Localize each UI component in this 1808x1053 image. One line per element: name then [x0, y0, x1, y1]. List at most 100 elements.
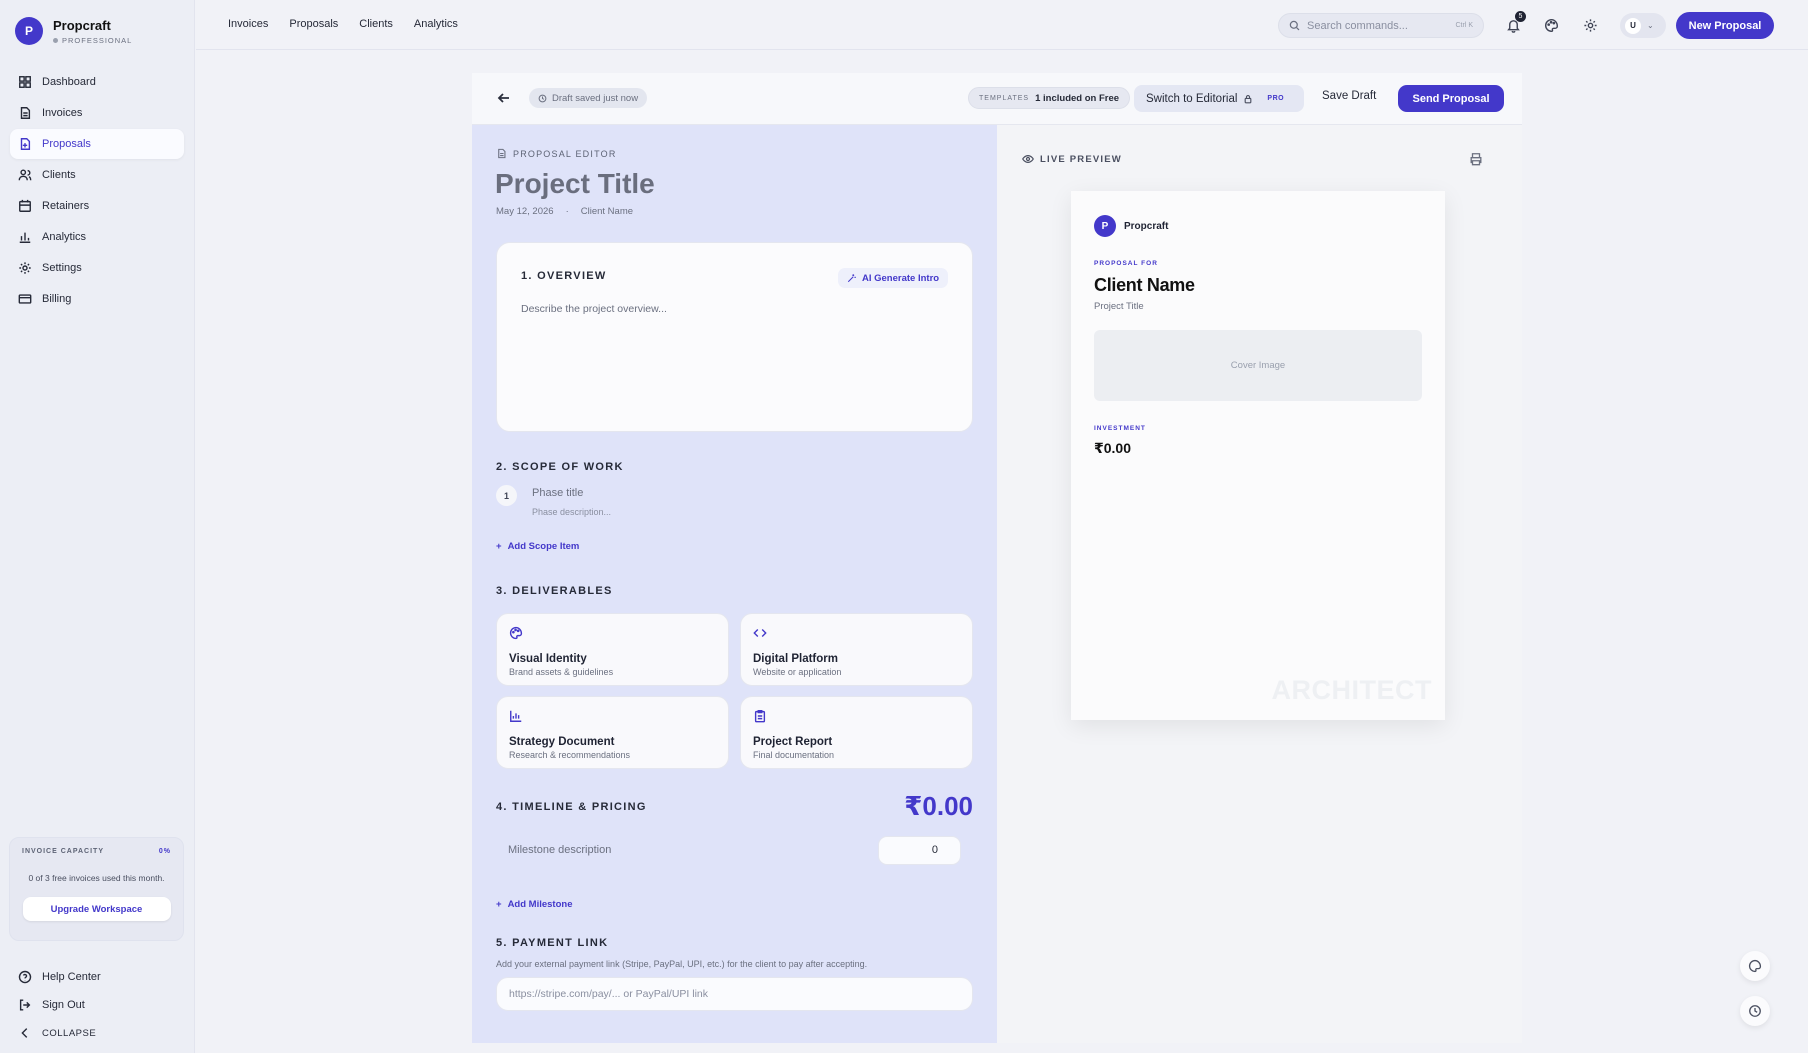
back-button[interactable] — [496, 90, 512, 106]
users-icon — [18, 169, 32, 181]
command-search-input[interactable]: Search commands... Ctrl K — [1278, 13, 1484, 38]
top-link-clients[interactable]: Clients — [359, 18, 393, 30]
top-nav: Invoices Proposals Clients Analytics — [228, 18, 458, 30]
settings-button[interactable] — [1580, 15, 1600, 35]
phase-title-input[interactable]: Phase title — [532, 487, 583, 499]
calendar-icon — [19, 199, 31, 212]
capacity-label: INVOICE CAPACITY — [22, 848, 104, 855]
sidebar-item-clients[interactable]: Clients — [10, 160, 184, 190]
help-icon — [18, 970, 32, 984]
sidebar-item-label: Invoices — [42, 107, 83, 119]
plan-label: PROFESSIONAL — [62, 35, 133, 45]
proposal-icon — [20, 138, 31, 150]
new-proposal-button[interactable]: New Proposal — [1676, 12, 1774, 39]
preview-logo: P — [1094, 215, 1116, 237]
bar-chart-icon — [19, 232, 31, 243]
sidebar-nav: Dashboard Invoices Proposals Clients Ret… — [10, 67, 184, 315]
deliverable-subtitle: Website or application — [753, 667, 842, 677]
notifications-button[interactable]: 5 — [1503, 11, 1526, 35]
phase-description-input[interactable]: Phase description... — [532, 507, 611, 517]
templates-indicator[interactable]: TEMPLATES 1 included on Free — [968, 87, 1131, 109]
sidebar-item-proposals[interactable]: Proposals — [10, 129, 184, 159]
dashboard-icon — [19, 76, 31, 88]
preview-brand-name: Propcraft — [1124, 220, 1169, 232]
ai-button-label: AI Generate Intro — [862, 272, 940, 284]
sidebar-item-analytics[interactable]: Analytics — [10, 222, 184, 252]
user-menu[interactable]: U ⌄ — [1620, 13, 1666, 38]
history-float-button[interactable] — [1740, 996, 1770, 1026]
preview-client-name: Client Name — [1094, 275, 1195, 295]
proposal-date[interactable]: May 12, 2026 — [496, 206, 554, 217]
plan-badge: PROFESSIONAL — [53, 36, 132, 45]
payment-link-help: Add your external payment link (Stripe, … — [496, 959, 868, 969]
sign-out-link[interactable]: Sign Out — [18, 991, 101, 1019]
investment-label: INVESTMENT — [1094, 425, 1146, 432]
collapse-sidebar-button[interactable]: COLLAPSE — [18, 1019, 101, 1047]
send-proposal-button[interactable]: Send Proposal — [1398, 85, 1504, 112]
proposal-editor-text: PROPOSAL EDITOR — [513, 148, 617, 159]
add-scope-item-button[interactable]: + Add Scope Item — [496, 541, 579, 552]
sidebar-bottom: Help Center Sign Out COLLAPSE — [18, 963, 101, 1047]
investment-amount: ₹0.00 — [1094, 440, 1131, 456]
switch-to-editorial-button[interactable]: Switch to Editorial PRO — [1134, 85, 1304, 112]
proposal-meta: May 12, 2026 · Client Name — [496, 206, 633, 217]
search-placeholder: Search commands... — [1307, 19, 1408, 32]
deliverable-title: Strategy Document — [509, 736, 615, 748]
sidebar-item-label: Retainers — [42, 200, 90, 212]
templates-value: 1 included on Free — [1035, 92, 1120, 104]
draft-status-text: Draft saved just now — [552, 92, 639, 104]
live-preview-pane: LIVE PREVIEW P Propcraft PROPOSAL FOR Cl… — [997, 125, 1522, 1043]
payment-link-input[interactable]: https://stripe.com/pay/... or PayPal/UPI… — [496, 977, 973, 1011]
add-milestone-button[interactable]: + Add Milestone — [496, 899, 572, 910]
invoice-capacity-card: INVOICE CAPACITY 0% 0 of 3 free invoices… — [9, 837, 184, 941]
top-bar: Invoices Proposals Clients Analytics Sea… — [196, 0, 1808, 50]
notification-count: 5 — [1515, 11, 1526, 22]
top-link-invoices[interactable]: Invoices — [228, 18, 268, 30]
theme-button[interactable] — [1541, 15, 1561, 35]
deliverable-card-strategy-document[interactable]: Strategy Document Research & recommendat… — [496, 696, 729, 769]
sparkle-wand-icon — [847, 274, 856, 283]
print-button[interactable] — [1469, 152, 1483, 171]
cover-image-placeholder: Cover Image — [1094, 330, 1422, 401]
sidebar-item-settings[interactable]: Settings — [10, 253, 184, 283]
project-title-input[interactable]: Project Title — [495, 168, 655, 200]
draft-status: Draft saved just now — [529, 88, 648, 108]
overview-heading: 1. OVERVIEW — [521, 270, 607, 282]
proposal-document-preview: P Propcraft PROPOSAL FOR Client Name Pro… — [1071, 191, 1445, 720]
ai-generate-intro-button[interactable]: AI Generate Intro — [838, 268, 949, 288]
plan-dot-icon — [53, 37, 58, 43]
sidebar-item-billing[interactable]: Billing — [10, 284, 184, 314]
sidebar-item-invoices[interactable]: Invoices — [10, 98, 184, 128]
sidebar-item-label: Analytics — [42, 231, 87, 243]
overview-textarea[interactable]: Describe the project overview... — [521, 303, 667, 315]
top-link-analytics[interactable]: Analytics — [414, 18, 458, 30]
code-icon — [753, 629, 767, 637]
upgrade-workspace-button[interactable]: Upgrade Workspace — [22, 897, 171, 921]
pro-badge: PRO — [1267, 95, 1285, 102]
sidebar-item-retainers[interactable]: Retainers — [10, 191, 184, 221]
top-link-proposals[interactable]: Proposals — [289, 18, 338, 30]
milestone-amount-input[interactable]: 0 — [878, 835, 961, 865]
help-center-link[interactable]: Help Center — [18, 963, 101, 991]
brand[interactable]: P Propcraft PROFESSIONAL — [15, 17, 132, 45]
editor-pane: PROPOSAL EDITOR Project Title May 12, 20… — [472, 125, 997, 1043]
gear-icon — [1583, 18, 1597, 32]
deliverable-card-digital-platform[interactable]: Digital Platform Website or application — [740, 613, 973, 686]
deliverable-card-visual-identity[interactable]: Visual Identity Brand assets & guideline… — [496, 613, 729, 686]
client-name-field[interactable]: Client Name — [581, 206, 633, 217]
theme-float-button[interactable] — [1740, 951, 1770, 981]
milestone-description-input[interactable]: Milestone description — [508, 844, 611, 856]
capacity-text: 0 of 3 free invoices used this month. — [28, 873, 165, 883]
sidebar-item-dashboard[interactable]: Dashboard — [10, 67, 184, 97]
chart-icon — [510, 710, 522, 722]
save-draft-button[interactable]: Save Draft — [1322, 90, 1376, 102]
sidebar-item-label: Proposals — [42, 138, 91, 150]
arrow-left-icon — [497, 93, 509, 103]
sidebar-item-label: Settings — [42, 262, 82, 274]
scope-heading: 2. SCOPE OF WORK — [496, 461, 624, 473]
deliverable-subtitle: Brand assets & guidelines — [509, 667, 614, 677]
gear-icon — [19, 262, 31, 274]
clipboard-icon — [754, 710, 766, 723]
credit-card-icon — [18, 294, 32, 304]
deliverable-card-project-report[interactable]: Project Report Final documentation — [740, 696, 973, 769]
